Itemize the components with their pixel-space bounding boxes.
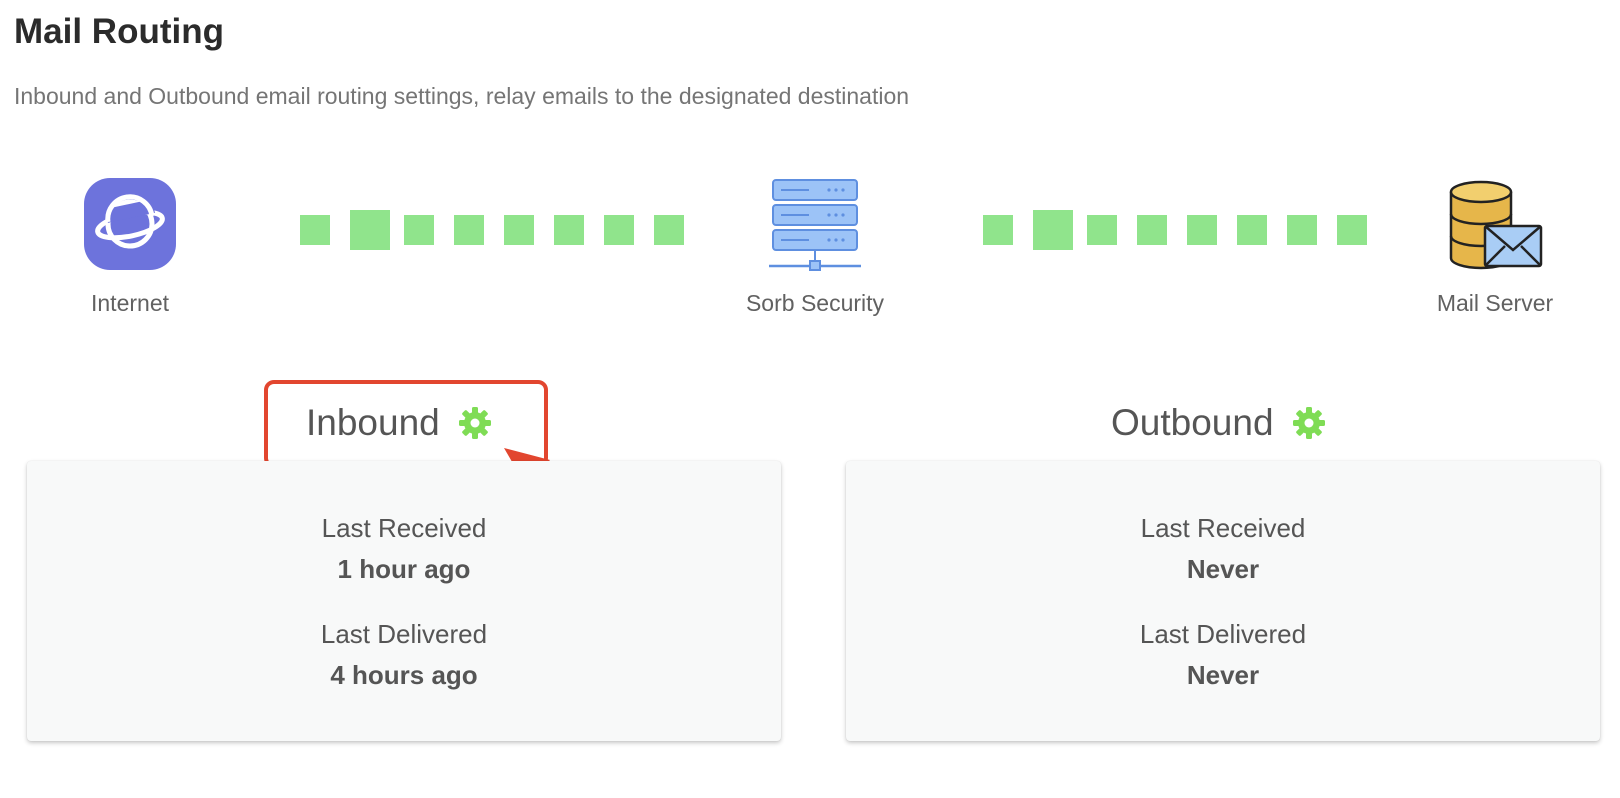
stat-value: Never bbox=[1186, 554, 1260, 584]
diagram-node-internet: Internet bbox=[70, 178, 190, 317]
page-title: Mail Routing bbox=[14, 12, 224, 51]
connector-dash bbox=[604, 215, 634, 245]
stat-value: Never bbox=[1186, 660, 1260, 690]
stat-value: 4 hours ago bbox=[330, 660, 478, 690]
server-icon bbox=[765, 178, 865, 274]
inbound-card: Last Received 1 hour ago Last Delivered … bbox=[27, 461, 781, 741]
planet-icon bbox=[84, 178, 176, 270]
connector-dash bbox=[300, 215, 330, 245]
connector-dash bbox=[404, 215, 434, 245]
stat-label: Last Received bbox=[1140, 513, 1306, 543]
connector-dash bbox=[554, 215, 584, 245]
outbound-last-delivered: Last Delivered Never bbox=[846, 619, 1600, 691]
outbound-card: Last Received Never Last Delivered Never bbox=[846, 461, 1600, 741]
outbound-title: Outbound bbox=[1111, 402, 1274, 443]
connector-dash bbox=[504, 215, 534, 245]
connector-dash bbox=[1187, 215, 1217, 245]
stat-label: Last Delivered bbox=[1139, 619, 1307, 649]
connector-dash bbox=[1033, 210, 1073, 250]
connector-dash bbox=[1237, 215, 1267, 245]
stat-value: 1 hour ago bbox=[337, 554, 471, 584]
outbound-header: Outbound bbox=[1111, 398, 1326, 448]
page-subtitle: Inbound and Outbound email routing setti… bbox=[14, 83, 910, 109]
connector-dash bbox=[654, 215, 684, 245]
gear-icon[interactable] bbox=[1292, 406, 1326, 440]
node-label-sorb-security: Sorb Security bbox=[745, 290, 885, 316]
node-label-mail-server: Mail Server bbox=[1436, 290, 1554, 316]
node-label-internet: Internet bbox=[91, 290, 169, 316]
stat-label: Last Received bbox=[321, 513, 487, 543]
outbound-last-received: Last Received Never bbox=[846, 513, 1600, 585]
inbound-last-delivered: Last Delivered 4 hours ago bbox=[27, 619, 781, 691]
connector-sorb-mailserver bbox=[983, 210, 1367, 250]
connector-dash bbox=[983, 215, 1013, 245]
connector-dash bbox=[350, 210, 390, 250]
inbound-last-received: Last Received 1 hour ago bbox=[27, 513, 781, 585]
connector-dash bbox=[1087, 215, 1117, 245]
connector-dash bbox=[1287, 215, 1317, 245]
connector-dash bbox=[1137, 215, 1167, 245]
connector-internet-sorb bbox=[300, 210, 684, 250]
stat-label: Last Delivered bbox=[320, 619, 488, 649]
diagram-node-sorb-security: Sorb Security bbox=[700, 178, 930, 317]
diagram-node-mail-server: Mail Server bbox=[1410, 178, 1580, 317]
database-mail-icon bbox=[1445, 178, 1545, 274]
connector-dash bbox=[454, 215, 484, 245]
connector-dash bbox=[1337, 215, 1367, 245]
